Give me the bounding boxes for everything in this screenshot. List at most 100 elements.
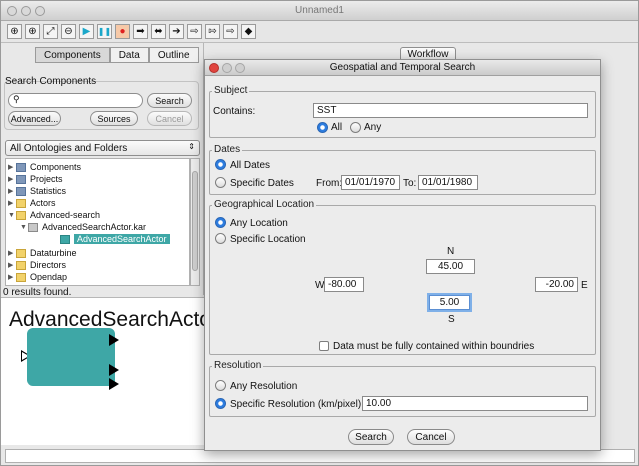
resolution-input[interactable]: 10.00	[362, 396, 588, 411]
tab-components[interactable]: Components	[35, 47, 110, 63]
cancel-search-button[interactable]: Cancel	[147, 111, 192, 126]
add-multiport-icon[interactable]: ⇨	[223, 24, 238, 39]
specific-dates-radio[interactable]	[215, 177, 226, 188]
window-titlebar: Unnamed1	[1, 1, 638, 21]
pause-icon[interactable]: ❚❚	[97, 24, 112, 39]
component-tree: ▶ Components ▶ Projects ▶ Statistics ▶ Actor…	[5, 158, 190, 286]
add-io-icon[interactable]: ⇰	[205, 24, 220, 39]
fully-contained-checkbox[interactable]	[319, 341, 329, 351]
subject-any-radio[interactable]	[350, 122, 361, 133]
component-icon	[16, 162, 26, 172]
tree-item-actors[interactable]: ▶ Actors	[8, 197, 56, 209]
tree-item-directors[interactable]: ▶ Directors	[8, 259, 66, 271]
collapsed-triangle-icon[interactable]: ▶	[8, 187, 16, 195]
workflow-canvas[interactable]: AdvancedSearchActo	[1, 297, 204, 445]
resolution-legend: Resolution	[212, 360, 264, 371]
collapsed-triangle-icon[interactable]: ▶	[8, 273, 16, 281]
location-legend: Geographical Location	[212, 199, 317, 210]
folder-icon	[16, 260, 26, 270]
tree-item-advanced-search-actor[interactable]: AdvancedSearchActor	[60, 233, 170, 245]
expanded-triangle-icon[interactable]: ▼	[20, 224, 28, 231]
cancel-dialog-button[interactable]: Cancel	[407, 429, 455, 445]
bottom-status-bar	[5, 449, 635, 463]
tab-data[interactable]: Data	[109, 47, 149, 63]
all-dates-radio[interactable]	[215, 159, 226, 170]
zoom-reset-icon[interactable]: ⊕	[25, 24, 40, 39]
actor-icon	[60, 234, 70, 244]
north-input[interactable]: 45.00	[426, 259, 475, 274]
search-dialog-button[interactable]: Search	[348, 429, 394, 445]
search-input[interactable]	[8, 93, 143, 108]
tree-item-advanced-search[interactable]: ▼ Advanced-search	[8, 209, 100, 221]
zoom-out-icon[interactable]: ⊖	[61, 24, 76, 39]
contains-label: Contains:	[213, 106, 256, 117]
from-date-input[interactable]: 01/01/1970	[341, 175, 400, 190]
tree-scrollbar-thumb[interactable]	[192, 171, 198, 271]
specific-dates-label: Specific Dates	[230, 178, 294, 189]
dialog-titlebar: Geospatial and Temporal Search	[205, 60, 600, 76]
actor-output-port-icon[interactable]	[109, 364, 119, 376]
kar-file-icon	[28, 222, 38, 232]
search-icon: ⚲	[13, 94, 20, 104]
tab-outline[interactable]: Outline	[148, 47, 199, 63]
tree-scrollbar[interactable]	[190, 158, 200, 286]
subject-all-radio[interactable]	[317, 122, 328, 133]
zoom-fit-icon[interactable]: ⤢	[43, 24, 58, 39]
add-port-icon[interactable]: ➡	[133, 24, 148, 39]
component-icon	[16, 186, 26, 196]
south-input[interactable]: 5.00	[429, 295, 470, 310]
folder-icon	[16, 198, 26, 208]
actor-output-port-icon[interactable]	[109, 378, 119, 390]
expanded-triangle-icon[interactable]: ▼	[8, 212, 16, 219]
collapsed-triangle-icon[interactable]: ▶	[8, 175, 16, 183]
any-resolution-label: Any Resolution	[230, 381, 298, 392]
folder-icon	[16, 248, 26, 258]
any-location-radio[interactable]	[215, 217, 226, 228]
collapsed-triangle-icon[interactable]: ▶	[8, 261, 16, 269]
dialog-title: Geospatial and Temporal Search	[329, 62, 476, 73]
sources-button[interactable]: Sources	[90, 111, 138, 126]
advanced-button[interactable]: Advanced...	[8, 111, 61, 126]
collapsed-triangle-icon[interactable]: ▶	[8, 199, 16, 207]
ontology-select[interactable]: All Ontologies and Folders ⇕	[5, 140, 200, 156]
tree-item-projects[interactable]: ▶ Projects	[8, 173, 63, 185]
collapsed-triangle-icon[interactable]: ▶	[8, 249, 16, 257]
add-input-icon[interactable]: ➔	[169, 24, 184, 39]
zoom-in-icon[interactable]: ⊕	[7, 24, 22, 39]
add-relation-icon[interactable]: ⬌	[151, 24, 166, 39]
component-icon	[16, 174, 26, 184]
tree-item-kar-file[interactable]: ▼ AdvancedSearchActor.kar	[20, 221, 146, 233]
subject-any-label: Any	[364, 122, 382, 133]
from-label: From:	[316, 178, 343, 189]
search-button[interactable]: Search	[147, 93, 192, 108]
actor-output-port-icon[interactable]	[109, 334, 119, 346]
all-dates-label: All Dates	[230, 160, 271, 171]
dates-legend: Dates	[212, 144, 243, 155]
window-title: Unnamed1	[295, 5, 344, 16]
tree-item-components[interactable]: ▶ Components	[8, 161, 81, 173]
subject-all-label: All	[331, 122, 343, 133]
specific-resolution-radio[interactable]	[215, 398, 226, 409]
tree-item-opendap[interactable]: ▶ Opendap	[8, 271, 67, 283]
to-label: To:	[403, 178, 417, 189]
east-input[interactable]: -20.00	[535, 277, 578, 292]
subject-legend: Subject	[212, 85, 250, 96]
ontology-select-value: All Ontologies and Folders	[10, 142, 128, 154]
fully-contained-label: Data must be fully contained within boun…	[333, 341, 535, 352]
add-vertex-icon[interactable]: ◆	[241, 24, 256, 39]
to-date-input[interactable]: 01/01/1980	[418, 175, 478, 190]
stop-icon[interactable]: ●	[115, 24, 130, 39]
search-components-label: Search Components	[5, 76, 97, 87]
any-resolution-radio[interactable]	[215, 380, 226, 391]
run-icon[interactable]: ▶	[79, 24, 94, 39]
collapsed-triangle-icon[interactable]: ▶	[8, 163, 16, 171]
west-input[interactable]: -80.00	[324, 277, 364, 292]
folder-icon	[16, 210, 26, 220]
tree-item-statistics[interactable]: ▶ Statistics	[8, 185, 66, 197]
specific-location-radio[interactable]	[215, 233, 226, 244]
contains-input[interactable]: SST	[313, 103, 588, 118]
advanced-search-actor[interactable]	[27, 328, 115, 386]
tree-item-dataturbine[interactable]: ▶ Dataturbine	[8, 247, 77, 259]
add-output-icon[interactable]: ⇨	[187, 24, 202, 39]
component-library-panel: Components Data Outline Search Component…	[1, 43, 204, 298]
